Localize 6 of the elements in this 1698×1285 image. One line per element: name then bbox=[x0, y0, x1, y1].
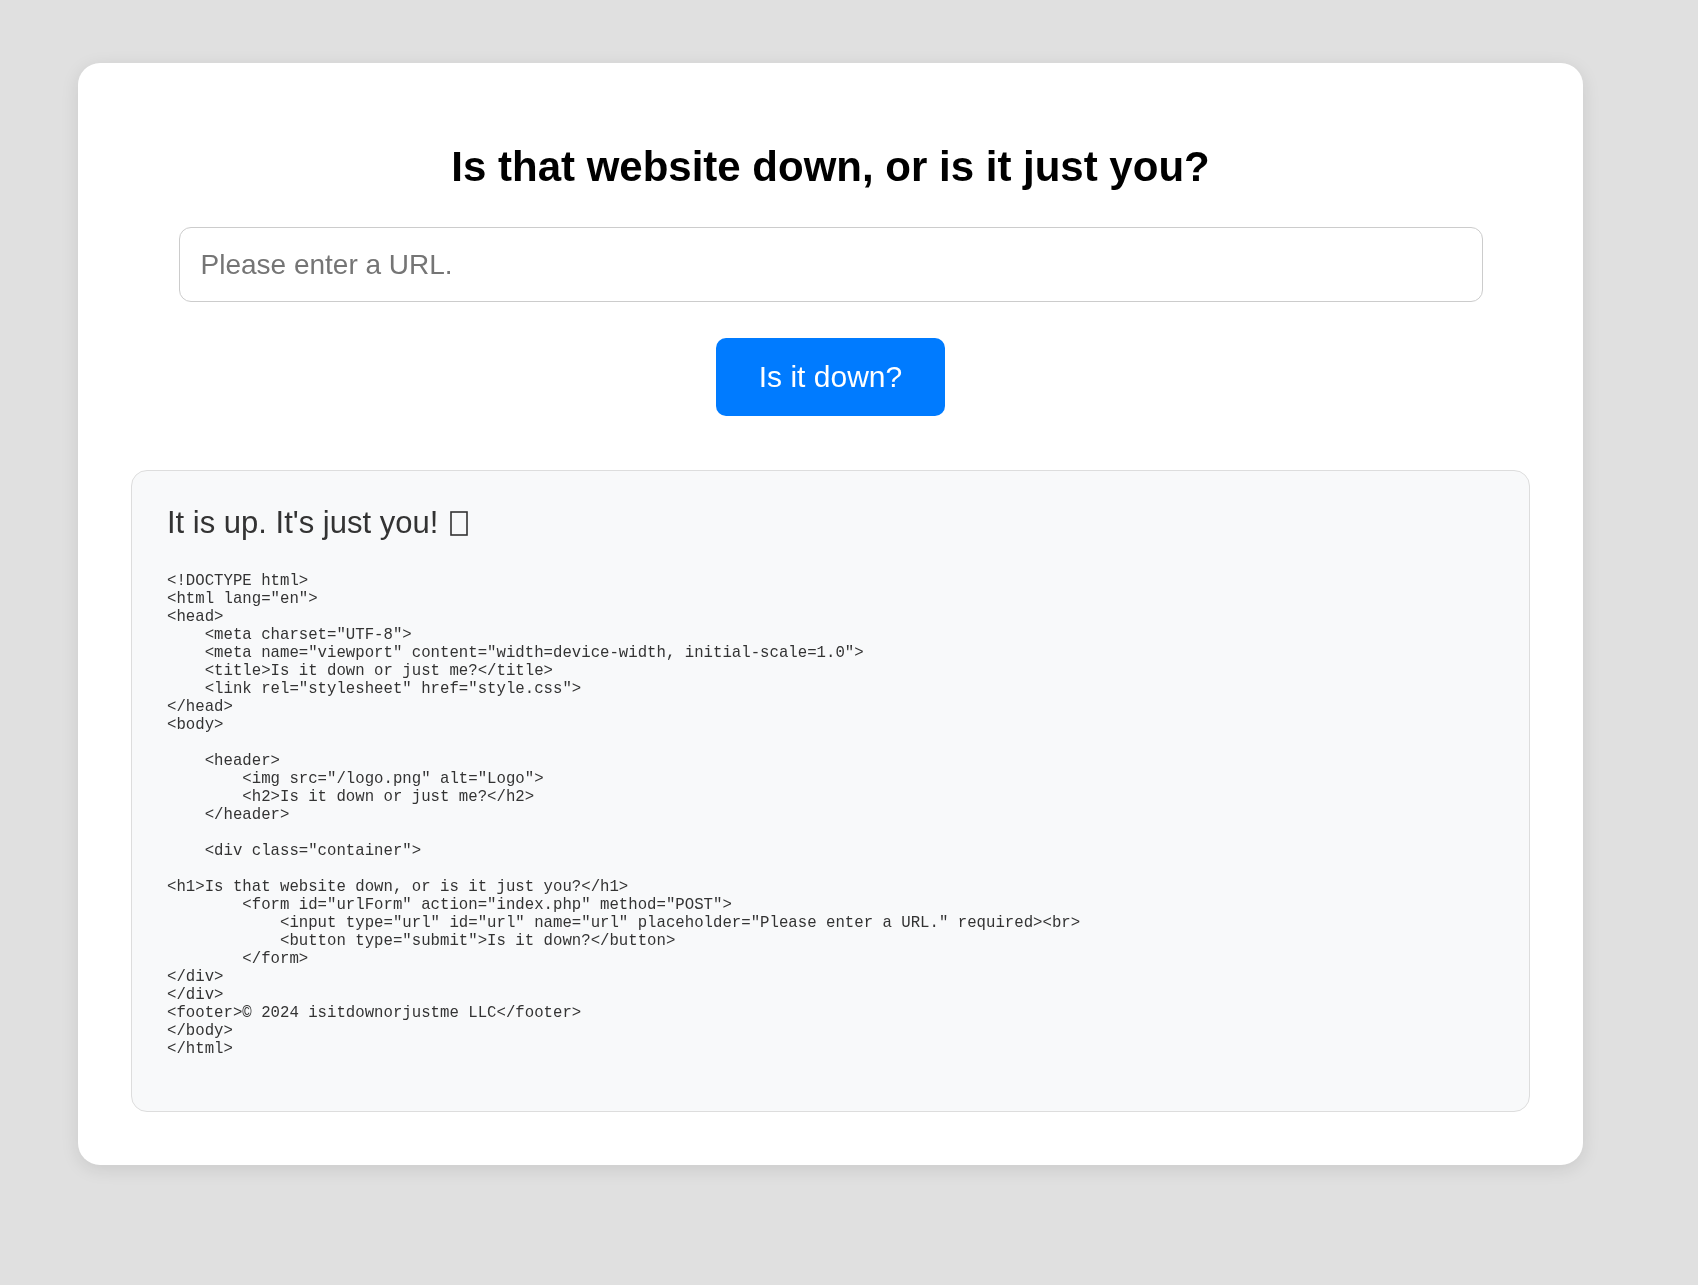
url-input-field[interactable]: Please enter a URL. bbox=[178, 227, 1483, 302]
source-code-text: <!DOCTYPE html> <html lang="en"> <head> <meta charset="UTF-8"> <meta name="viewport" content="width=device-width, initial-scale=1.0"> <title>Is it down or just me?</title> <link rel="stylesheet" href="style.css"> </head> <body> <header> <img src="/logo.png" alt="Logo"> <h2>Is it down or just me?</h2> </header> <div class="container"> <h1>Is that website down, or is it just you?</h1> <form id="urlForm" action="index.php" method="POST"> <input type="url" id="url" name="url" placeholder="Please enter a URL." required><br> <button type="submit">Is it down?</button> </form> </div> </div> <footer>© 2024 isitdownorjustme LLC</footer> </body> </html> bbox=[167, 572, 1081, 1058]
missing-glyph-icon bbox=[450, 510, 469, 536]
result-message: It is up. It's just you! bbox=[167, 505, 439, 541]
submit-button[interactable]: Is it down? bbox=[715, 338, 946, 416]
page-heading: Is that website down, or is it just you? bbox=[451, 143, 1210, 191]
